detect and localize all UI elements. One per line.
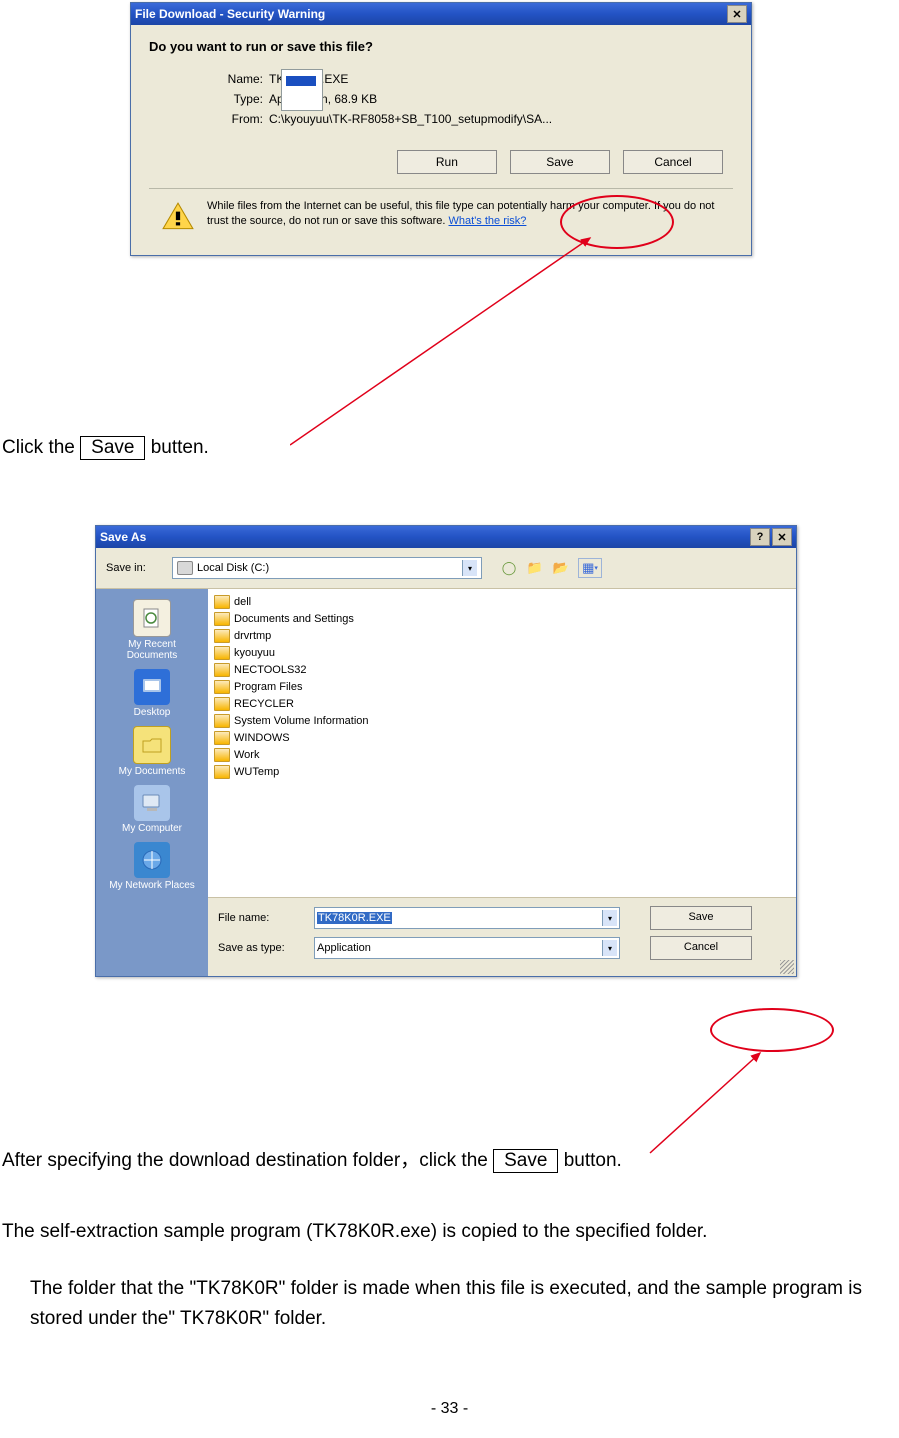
annotation-arrow <box>620 1048 780 1158</box>
titlebar[interactable]: File Download - Security Warning ✕ <box>131 3 751 25</box>
file-download-dialog: File Download - Security Warning ✕ Do yo… <box>130 2 752 256</box>
sidebar-item-network[interactable]: My Network Places <box>105 840 200 893</box>
body-paragraph-1: The self-extraction sample program (TK78… <box>2 1218 882 1246</box>
list-item[interactable]: WINDOWS <box>214 729 790 746</box>
network-places-icon <box>134 842 170 878</box>
instruction-text-2: After specifying the download destinatio… <box>2 1145 622 1173</box>
up-icon[interactable]: 📁 <box>526 559 544 577</box>
list-item[interactable]: dell <box>214 593 790 610</box>
save-button[interactable]: Save <box>510 150 610 174</box>
sidebar-item-recent[interactable]: My Recent Documents <box>105 597 200 663</box>
folder-icon <box>214 595 230 609</box>
cancel-button[interactable]: Cancel <box>650 936 752 960</box>
folder-icon <box>214 731 230 745</box>
back-icon[interactable]: ◯ <box>500 559 518 577</box>
list-item[interactable]: kyouyuu <box>214 644 790 661</box>
list-item[interactable]: Program Files <box>214 678 790 695</box>
saveastype-label: Save as type: <box>218 942 304 954</box>
chevron-down-icon: ▾ <box>462 560 477 576</box>
close-icon[interactable]: ✕ <box>727 5 747 23</box>
folder-icon <box>214 765 230 779</box>
save-as-dialog: Save As ? ✕ Save in: Local Disk (C:) ▾ ◯… <box>95 525 797 977</box>
from-row: From:C:\kyouyuu\TK-RF8058+SB_T100_setupm… <box>209 112 733 126</box>
places-bar: My Recent Documents Desktop My Documents… <box>96 589 208 976</box>
list-item[interactable]: WUTemp <box>214 763 790 780</box>
dialog-title: Save As <box>100 530 750 544</box>
dialog-question: Do you want to run or save this file? <box>149 39 733 54</box>
page-number: - 33 - <box>0 1400 899 1418</box>
folder-icon <box>214 663 230 677</box>
list-item[interactable]: drvrtmp <box>214 627 790 644</box>
views-icon[interactable]: ▦▾ <box>578 558 602 578</box>
dialog-title: File Download - Security Warning <box>135 7 727 21</box>
new-folder-icon[interactable]: 📂 <box>552 559 570 577</box>
my-documents-icon <box>133 726 171 764</box>
run-button[interactable]: Run <box>397 150 497 174</box>
savein-dropdown[interactable]: Local Disk (C:) ▾ <box>172 557 482 579</box>
save-button[interactable]: Save <box>650 906 752 930</box>
close-icon[interactable]: ✕ <box>772 528 792 546</box>
list-item[interactable]: Work <box>214 746 790 763</box>
file-icon <box>281 69 323 111</box>
list-item[interactable]: System Volume Information <box>214 712 790 729</box>
help-icon[interactable]: ? <box>750 528 770 546</box>
whats-the-risk-link[interactable]: What's the risk? <box>449 215 527 227</box>
sidebar-item-desktop[interactable]: Desktop <box>105 667 200 720</box>
folder-icon <box>214 646 230 660</box>
folder-icon <box>214 748 230 762</box>
chevron-down-icon[interactable]: ▾ <box>602 940 617 956</box>
sidebar-item-mycomputer[interactable]: My Computer <box>105 783 200 836</box>
body-paragraph-2: The folder that the "TK78K0R" folder is … <box>30 1274 890 1334</box>
folder-icon <box>214 680 230 694</box>
inline-save-label: Save <box>493 1149 558 1173</box>
list-item[interactable]: NECTOOLS32 <box>214 661 790 678</box>
my-computer-icon <box>134 785 170 821</box>
folder-icon <box>214 697 230 711</box>
savein-label: Save in: <box>106 562 164 574</box>
cancel-button[interactable]: Cancel <box>623 150 723 174</box>
annotation-ellipse <box>710 1008 834 1052</box>
disk-icon <box>177 561 193 575</box>
inline-save-label: Save <box>80 436 145 460</box>
saveastype-field[interactable]: Application▾ <box>314 937 620 959</box>
filename-field[interactable]: TK78K0R.EXE▾ <box>314 907 620 929</box>
chevron-down-icon[interactable]: ▾ <box>602 910 617 926</box>
sidebar-item-mydocs[interactable]: My Documents <box>105 724 200 779</box>
list-item[interactable]: RECYCLER <box>214 695 790 712</box>
warning-text: While files from the Internet can be use… <box>207 199 727 235</box>
folder-icon <box>214 629 230 643</box>
divider <box>149 188 733 189</box>
resize-grip[interactable] <box>780 960 794 974</box>
instruction-text-1: Click the Save butten. <box>2 436 209 460</box>
warning-icon <box>161 201 195 235</box>
file-list[interactable]: dellDocuments and Settingsdrvrtmpkyouyuu… <box>208 589 796 897</box>
folder-icon <box>214 714 230 728</box>
folder-icon <box>214 612 230 626</box>
filename-label: File name: <box>218 912 304 924</box>
recent-docs-icon <box>133 599 171 637</box>
annotation-arrow <box>290 230 620 450</box>
titlebar[interactable]: Save As ? ✕ <box>96 526 796 548</box>
list-item[interactable]: Documents and Settings <box>214 610 790 627</box>
desktop-icon <box>134 669 170 705</box>
